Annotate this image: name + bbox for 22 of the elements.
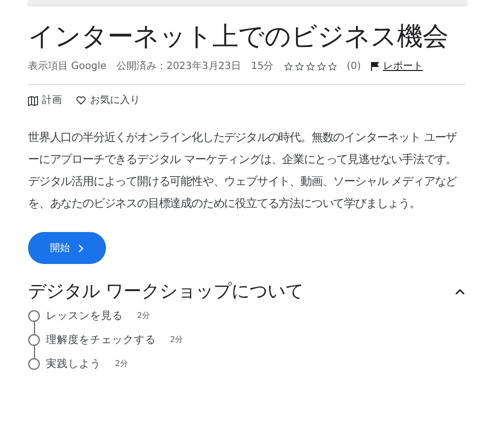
rating-count: (0) (346, 60, 361, 74)
map-icon (28, 96, 38, 106)
report-link[interactable]: レポート (382, 59, 423, 74)
heart-icon (76, 96, 86, 106)
start-button[interactable]: 開始 (28, 232, 106, 264)
description-text: 世界人口の半分近くがオンライン化したデジタルの時代。無数のインターネット ユーザーにアプローチできるデジタル マーケティングは、企業にとって見逃せない手法です。デジタル活用によって開ける可能性や、ウェブサイト、動画、ソーシャル メディアなどを、あなたのビジネスの目標達成のために役立てる方法について学びましょう。 (28, 129, 458, 212)
plan-link[interactable]: 計画 (42, 93, 62, 108)
published-date: 公開済み：2023年3月23日 (116, 60, 241, 74)
flag-icon (370, 62, 379, 72)
lesson-link[interactable]: 実践しよう (46, 356, 101, 372)
chevron-icon (78, 244, 84, 253)
caret-icon[interactable] (455, 288, 465, 296)
lesson-duration: 2分 (115, 358, 128, 370)
lesson-duration: 2分 (170, 334, 184, 346)
lesson-duration: 2分 (137, 310, 150, 322)
section-title: デジタル ワークショップについて (28, 280, 304, 304)
provider-text: 表示項目 Google (28, 60, 106, 74)
lesson-link[interactable]: レッスンを見る (46, 308, 123, 324)
lesson-link[interactable]: 理解度をチェックする (46, 332, 156, 348)
favorite-link[interactable]: お気に入り (90, 93, 140, 108)
duration-text: 15分 (251, 60, 274, 74)
page-title: インターネット上でのビジネス機会 (28, 21, 448, 54)
